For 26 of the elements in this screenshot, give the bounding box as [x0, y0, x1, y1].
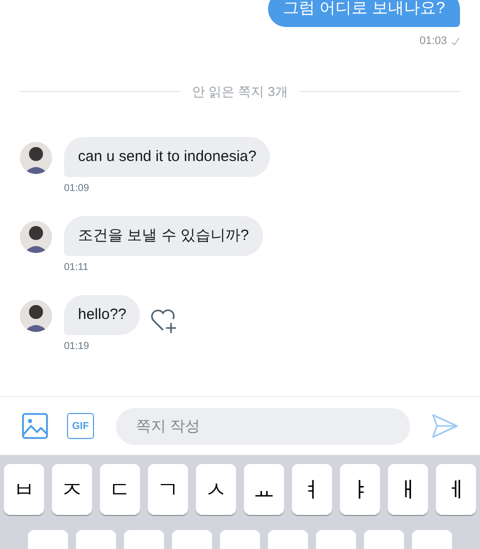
keyboard-key[interactable]: ㅑ	[340, 464, 380, 515]
keyboard-key[interactable]: ㅕ	[292, 464, 332, 515]
keyboard-key[interactable]: ㄱ	[148, 464, 188, 515]
message-time: 01:11	[64, 261, 90, 275]
avatar-icon	[20, 300, 52, 332]
message-bubble: hello??	[64, 295, 140, 335]
heart-plus-icon[interactable]	[150, 308, 178, 334]
send-icon[interactable]	[432, 414, 458, 438]
avatar-icon	[20, 142, 52, 174]
keyboard-key[interactable]: ㅂ	[4, 464, 44, 515]
message-input[interactable]: 쪽지 작성	[116, 408, 410, 444]
keyboard-key[interactable]: ㅔ	[436, 464, 476, 515]
keyboard-key[interactable]: ㅈ	[52, 464, 92, 515]
message-time: 01:03	[419, 34, 447, 49]
keyboard-key[interactable]: ㅅ	[196, 464, 236, 515]
keyboard-key[interactable]: ㅐ	[388, 464, 428, 515]
message-bubble: 그럼 어디로 보내나요?	[268, 0, 460, 27]
image-icon[interactable]	[22, 413, 48, 439]
unread-divider-label: 안 읽은 쪽지 3개	[190, 82, 290, 100]
avatar-icon	[20, 221, 52, 253]
keyboard-key[interactable]: ㄷ	[100, 464, 140, 515]
message-time: 01:19	[64, 340, 90, 354]
keyboard-key[interactable]: ㅛ	[244, 464, 284, 515]
message-bubble: can u send it to indonesia?	[64, 137, 270, 177]
message-bubble: 조건을 보낼 수 있습니까?	[64, 216, 263, 256]
message-time: 01:09	[64, 182, 90, 196]
